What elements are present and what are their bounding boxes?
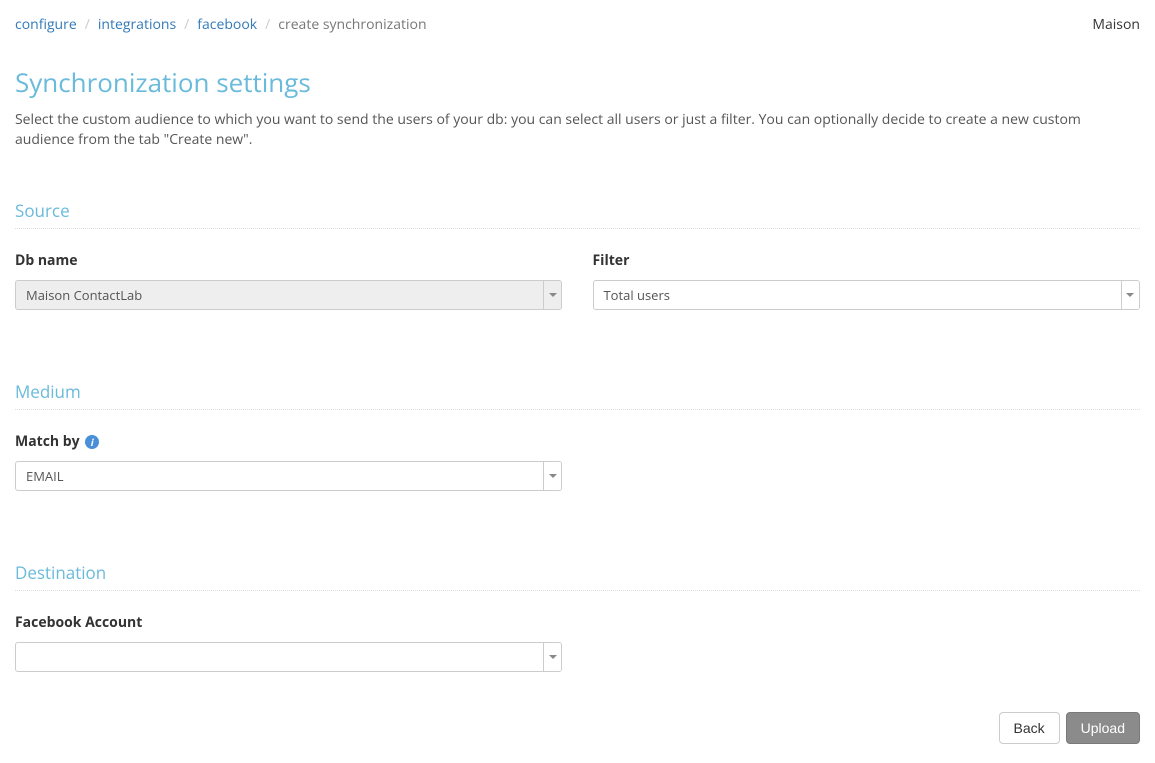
breadcrumb-separator: / — [257, 15, 278, 34]
destination-row: Facebook Account — [15, 613, 1140, 672]
chevron-down-icon — [549, 293, 557, 297]
section-heading-source: Source — [15, 199, 1140, 229]
match-by-value: EMAIL — [16, 462, 543, 490]
page-title: Synchronization settings — [15, 64, 1140, 100]
filter-value: Total users — [594, 281, 1121, 309]
filter-label: Filter — [593, 251, 1141, 270]
facebook-account-field: Facebook Account — [15, 613, 563, 672]
breadcrumb-separator: / — [77, 15, 98, 34]
chevron-down-icon — [549, 474, 557, 478]
destination-spacer — [593, 613, 1141, 672]
match-by-field: Match by i EMAIL — [15, 432, 563, 491]
db-name-value: Maison ContactLab — [16, 281, 543, 309]
section-heading-destination: Destination — [15, 561, 1140, 591]
dropdown-caret-box — [543, 462, 561, 490]
medium-row: Match by i EMAIL — [15, 432, 1140, 491]
breadcrumb-facebook[interactable]: facebook — [197, 15, 257, 34]
dropdown-caret-box — [543, 643, 561, 671]
breadcrumb: configure / integrations / facebook / cr… — [15, 15, 427, 34]
chevron-down-icon — [1126, 293, 1134, 297]
facebook-account-value — [16, 643, 543, 671]
filter-field: Filter Total users — [593, 251, 1141, 310]
breadcrumb-configure[interactable]: configure — [15, 15, 77, 34]
upload-button[interactable]: Upload — [1066, 712, 1140, 744]
chevron-down-icon — [549, 655, 557, 659]
match-by-label: Match by i — [15, 432, 563, 451]
footer-buttons: Back Upload — [15, 712, 1140, 744]
facebook-account-select[interactable] — [15, 642, 562, 672]
breadcrumb-current: create synchronization — [278, 15, 426, 34]
section-heading-medium: Medium — [15, 380, 1140, 410]
info-icon[interactable]: i — [85, 435, 99, 449]
match-by-select[interactable]: EMAIL — [15, 461, 562, 491]
back-button[interactable]: Back — [999, 712, 1060, 744]
breadcrumb-separator: / — [176, 15, 197, 34]
dropdown-caret-box — [1121, 281, 1139, 309]
breadcrumb-integrations[interactable]: integrations — [98, 15, 176, 34]
account-label[interactable]: Maison — [1092, 15, 1140, 34]
db-name-field: Db name Maison ContactLab — [15, 251, 563, 310]
topbar: configure / integrations / facebook / cr… — [15, 15, 1140, 34]
match-by-label-text: Match by — [15, 432, 80, 451]
page-description: Select the custom audience to which you … — [15, 110, 1135, 149]
source-row: Db name Maison ContactLab Filter Total u… — [15, 251, 1140, 310]
facebook-account-label: Facebook Account — [15, 613, 563, 632]
dropdown-caret-box — [543, 281, 561, 309]
db-name-label: Db name — [15, 251, 563, 270]
medium-spacer — [593, 432, 1141, 491]
db-name-select[interactable]: Maison ContactLab — [15, 280, 562, 310]
filter-select[interactable]: Total users — [593, 280, 1140, 310]
